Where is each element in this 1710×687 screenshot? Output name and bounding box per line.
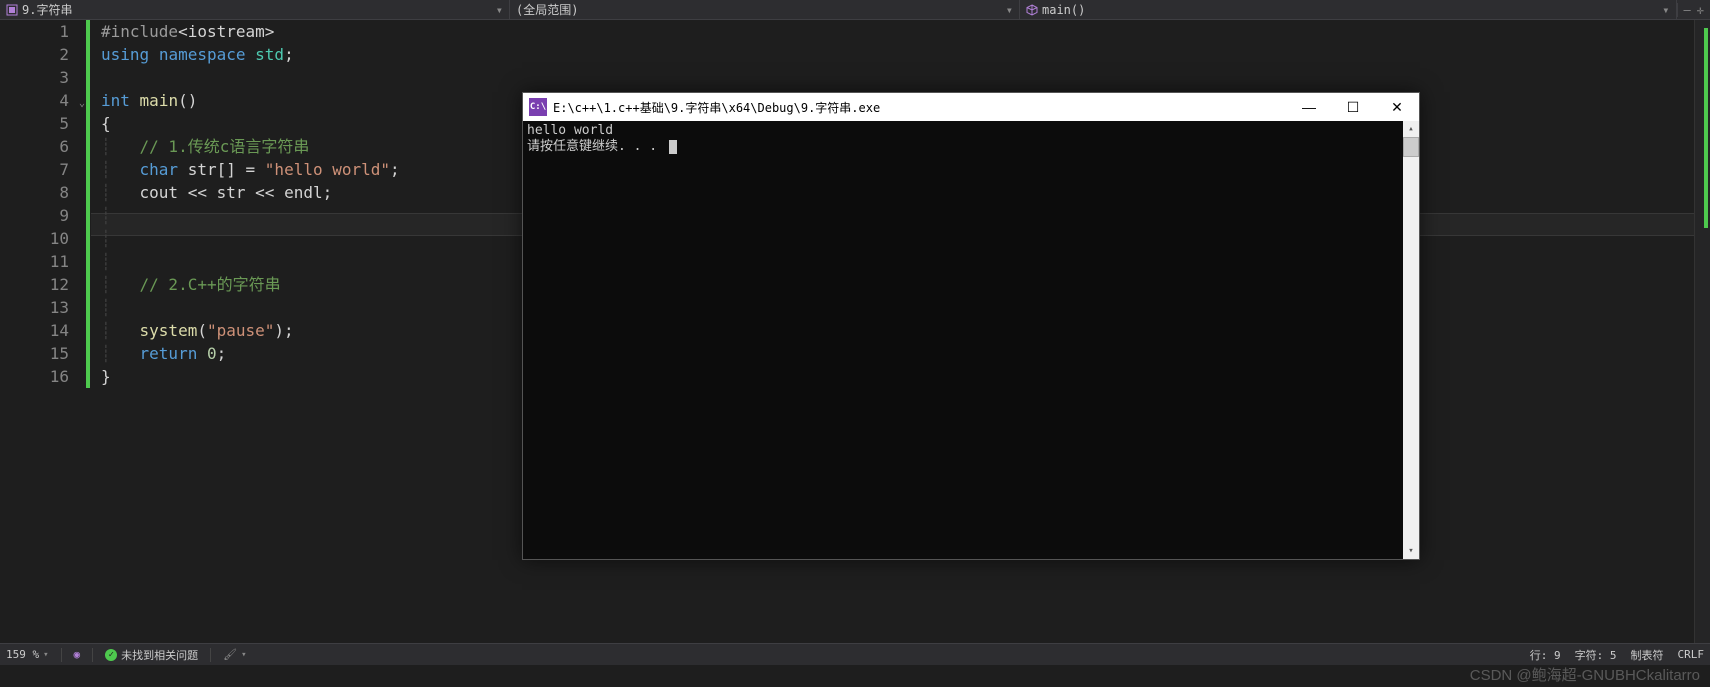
top-context-bar: 9.字符串 ▾ (全局范围) ▾ main() ▾ ‒ ✛: [0, 0, 1710, 20]
maximize-button[interactable]: ☐: [1331, 93, 1375, 121]
line-number: 15: [20, 342, 69, 365]
overview-ruler[interactable]: [1694, 20, 1710, 645]
line-number: 7: [20, 158, 69, 181]
function-label: main(): [1042, 3, 1085, 17]
breakpoint-margin[interactable]: [0, 20, 20, 645]
chevron-down-icon: ▾: [1642, 3, 1669, 17]
console-output[interactable]: hello world 请按任意键继续. . . ▴ ▾: [523, 121, 1419, 559]
line-number: 12: [20, 273, 69, 296]
chevron-down-icon: ▾: [476, 3, 503, 17]
line-number: 14: [20, 319, 69, 342]
console-window: C:\ E:\c++\1.c++基础\9.字符串\x64\Debug\9.字符串…: [522, 92, 1420, 560]
console-line: 请按任意键继续. . .: [527, 139, 665, 154]
cursor-char[interactable]: 字符: 5: [1575, 647, 1617, 663]
line-number: 5: [20, 112, 69, 135]
line-number: 10: [20, 227, 69, 250]
indentation-mode[interactable]: 制表符: [1631, 647, 1664, 663]
watermark: CSDN @鲍海超-GNUBHCkalitarro: [1470, 664, 1700, 685]
line-number-gutter: 1 2 3 4 5 6 7 8 9 10 11 12 13 14 15 16: [20, 20, 85, 645]
close-button[interactable]: ✕: [1375, 93, 1419, 121]
line-number: 2: [20, 43, 69, 66]
line-number: 16: [20, 365, 69, 388]
feedback-icon[interactable]: ◉: [74, 648, 81, 661]
cursor-line[interactable]: 行: 9: [1530, 647, 1561, 663]
console-app-icon: C:\: [529, 98, 547, 116]
scope-label: (全局范围): [516, 1, 578, 18]
chevron-down-icon: ▾: [43, 650, 48, 660]
line-number: 8: [20, 181, 69, 204]
cube-icon: [1026, 4, 1038, 16]
scrollbar-thumb[interactable]: [1403, 137, 1419, 157]
cpp-file-icon: [6, 4, 18, 16]
scroll-up-icon[interactable]: ▴: [1403, 121, 1419, 137]
line-number: 3: [20, 66, 69, 89]
split-minus-icon[interactable]: ‒: [1684, 3, 1691, 17]
eol-mode[interactable]: CRLF: [1678, 647, 1705, 663]
console-titlebar[interactable]: C:\ E:\c++\1.c++基础\9.字符串\x64\Debug\9.字符串…: [523, 93, 1419, 121]
zoom-level[interactable]: 159 % ▾: [6, 648, 49, 661]
fold-chevron-icon[interactable]: ⌄: [79, 92, 85, 115]
line-number: 11: [20, 250, 69, 273]
file-tab-label: 9.字符串: [22, 1, 72, 18]
console-title: E:\c++\1.c++基础\9.字符串\x64\Debug\9.字符串.exe: [553, 99, 1287, 116]
console-line: hello world: [527, 123, 613, 138]
line-number: 9: [20, 204, 69, 227]
file-dropdown[interactable]: 9.字符串 ▾: [0, 0, 510, 19]
line-number: 1: [20, 20, 69, 43]
scope-dropdown[interactable]: (全局范围) ▾: [510, 0, 1020, 19]
check-icon: ✓: [105, 649, 117, 661]
function-dropdown[interactable]: main() ▾: [1020, 0, 1677, 19]
line-number: 4: [20, 89, 69, 112]
status-bar: 159 % ▾ ◉ ✓ 未找到相关问题 🖌 ▾ 行: 9 字符: 5 制表符 C…: [0, 643, 1710, 665]
chevron-down-icon: ▾: [986, 3, 1013, 17]
issues-status[interactable]: ✓ 未找到相关问题: [105, 647, 198, 663]
brush-tool[interactable]: 🖌 ▾: [223, 648, 246, 661]
line-number: 13: [20, 296, 69, 319]
line-number: 6: [20, 135, 69, 158]
scroll-down-icon[interactable]: ▾: [1403, 543, 1419, 559]
console-cursor: [669, 140, 677, 154]
console-scrollbar[interactable]: ▴ ▾: [1403, 121, 1419, 559]
minimize-button[interactable]: —: [1287, 93, 1331, 121]
top-right-controls: ‒ ✛: [1677, 3, 1710, 17]
split-window-icon[interactable]: ✛: [1697, 3, 1704, 17]
